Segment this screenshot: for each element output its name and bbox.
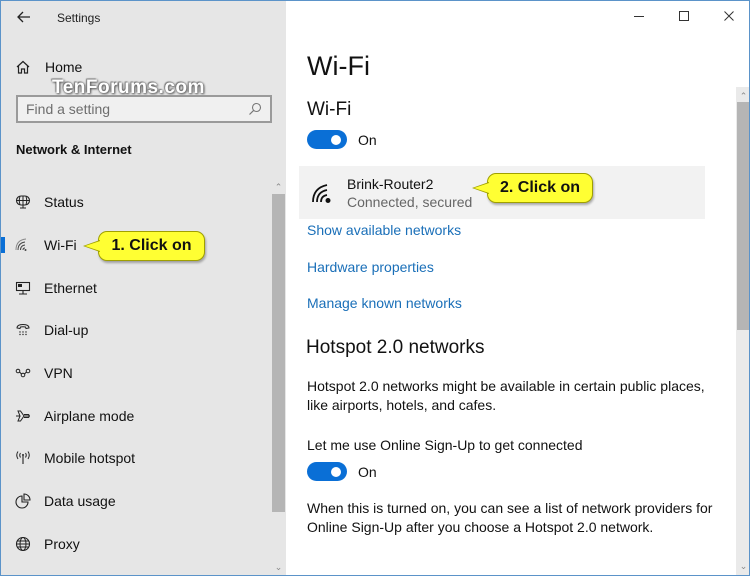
sidebar-home[interactable]: Home (15, 56, 82, 78)
search-box[interactable] (16, 95, 272, 123)
wifi-signal-icon (312, 183, 331, 203)
nav-label: Status (44, 194, 84, 211)
search-input[interactable] (26, 101, 248, 117)
signup-note: When this is turned on, you can see a li… (307, 500, 713, 535)
maximize-icon (678, 11, 689, 21)
sidebar-item-ethernet[interactable]: Ethernet (1, 266, 271, 309)
search-icon[interactable] (248, 102, 262, 116)
page-title: Wi-Fi (307, 51, 370, 81)
home-icon (16, 60, 30, 74)
settings-window: Settings Home TenForums.com Network & In… (0, 0, 750, 576)
app-title: Settings (57, 11, 101, 25)
scrollbar-thumb[interactable] (272, 194, 285, 512)
window-controls (616, 1, 749, 31)
main-scrollbar[interactable]: ⌃ ⌄ (736, 87, 749, 575)
hardware-properties-link[interactable]: Hardware properties (307, 259, 434, 275)
nav-label: VPN (44, 365, 73, 382)
signup-toggle-row: On (307, 462, 377, 481)
nav-label: Dial-up (44, 322, 89, 339)
wifi-toggle[interactable] (307, 130, 347, 149)
wifi-toggle-row: On (307, 130, 377, 149)
back-arrow-icon (17, 11, 30, 23)
home-label: Home (45, 59, 83, 75)
manage-known-networks-link[interactable]: Manage known networks (307, 295, 462, 311)
sidebar: Settings Home TenForums.com Network & In… (1, 1, 286, 575)
vpn-icon (15, 365, 31, 381)
nav-label: Ethernet (44, 279, 97, 296)
scroll-up-icon[interactable]: ⌃ (736, 89, 749, 103)
close-button[interactable] (706, 1, 749, 31)
minimize-icon (633, 16, 644, 17)
callout-step-1: 1. Click on (83, 231, 205, 261)
signup-toggle[interactable] (307, 462, 347, 481)
scroll-down-icon[interactable]: ⌄ (736, 559, 749, 573)
signup-toggle-state: On (358, 463, 377, 480)
nav-label: Mobile hotspot (44, 450, 136, 467)
scrollbar-thumb[interactable] (737, 102, 749, 330)
wifi-toggle-state: On (358, 131, 377, 148)
airplane-icon (15, 408, 31, 424)
back-button[interactable] (11, 5, 37, 29)
signup-label: Let me use Online Sign-Up to get connect… (307, 437, 583, 453)
maximize-button[interactable] (661, 1, 706, 31)
network-name: Brink-Router2 (347, 175, 434, 192)
nav-label: Wi-Fi (44, 237, 77, 254)
sidebar-item-data-usage[interactable]: Data usage (1, 480, 271, 523)
sidebar-item-proxy[interactable]: Proxy (1, 523, 271, 566)
show-available-networks-link[interactable]: Show available networks (307, 222, 461, 238)
nav-label: Data usage (44, 493, 116, 510)
callout-step-2: 2. Click on (472, 173, 593, 203)
minimize-button[interactable] (616, 1, 661, 31)
sidebar-item-status[interactable]: Status (1, 181, 271, 224)
nav-label: Proxy (44, 535, 80, 552)
sidebar-item-airplane-mode[interactable]: Airplane mode (1, 394, 271, 437)
hotspot-icon (15, 450, 31, 466)
globe-icon (15, 536, 31, 552)
sidebar-item-vpn[interactable]: VPN (1, 352, 271, 395)
scroll-down-icon[interactable]: ⌄ (271, 561, 286, 573)
close-icon (723, 11, 734, 21)
sidebar-scrollbar[interactable]: ⌃ ⌄ (271, 181, 286, 575)
toggle-knob (331, 467, 341, 477)
ethernet-icon (15, 280, 31, 296)
pie-chart-icon (15, 493, 31, 509)
toggle-knob (331, 135, 341, 145)
hotspot-description: Hotspot 2.0 networks might be available … (307, 378, 705, 413)
globe-monitor-icon (15, 194, 31, 210)
sidebar-item-dialup[interactable]: Dial-up (1, 309, 271, 352)
main-panel: Wi-Fi Wi-Fi On Brink-Router2 Connected, … (286, 1, 749, 575)
hotspot-heading: Hotspot 2.0 networks (306, 337, 485, 358)
nav-label: Airplane mode (44, 407, 135, 424)
network-status: Connected, secured (347, 193, 473, 210)
wifi-icon (15, 237, 31, 253)
wifi-heading: Wi-Fi (307, 99, 352, 120)
sidebar-item-mobile-hotspot[interactable]: Mobile hotspot (1, 437, 271, 480)
phone-icon (15, 322, 31, 338)
section-title: Network & Internet (16, 142, 132, 157)
scroll-up-icon[interactable]: ⌃ (271, 181, 286, 193)
